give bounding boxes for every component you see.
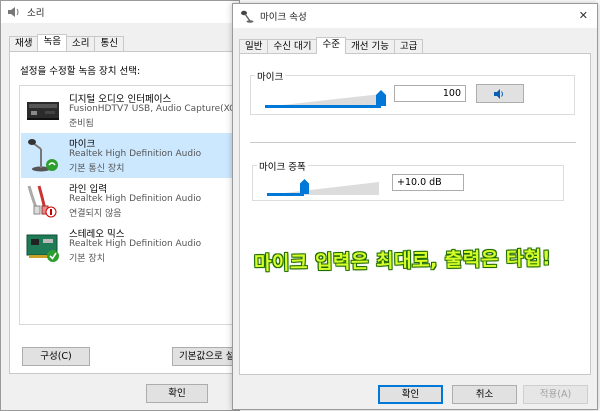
sound-ok-button[interactable]: 확인 [146, 384, 208, 403]
tab-enhancements[interactable]: 개선 기능 [344, 39, 395, 54]
device-item-stereo-mix[interactable]: 스테레오 믹스 Realtek High Definition Audio 기본… [21, 223, 244, 268]
cancel-button[interactable]: 취소 [452, 385, 517, 404]
tab-listen[interactable]: 수신 대기 [267, 39, 318, 54]
sound-tabs: 재생 녹음 소리 통신 [9, 34, 124, 51]
mic-boost-label: 마이크 증폭 [257, 159, 308, 173]
tab-playback[interactable]: 재생 [9, 36, 39, 51]
sound-window: 소리 재생 녹음 소리 통신 설정을 수정할 녹음 장치 선택: 디지털 오디오… [0, 0, 244, 411]
device-desc: Realtek High Definition Audio [69, 239, 202, 249]
tab-levels[interactable]: 수준 [316, 37, 346, 54]
apply-button[interactable]: 적용(A) [523, 385, 588, 404]
device-status: 기본 통신 장치 [69, 164, 125, 174]
slider-thumb[interactable] [300, 179, 309, 194]
device-name: 라인 입력 [69, 184, 107, 195]
device-name: 디지털 오디오 인터페이스 [69, 94, 172, 105]
overlay-annotation: 마이크 입력은 최대로, 출력은 타협! [253, 247, 552, 275]
mic-level-label: 마이크 [255, 69, 286, 83]
speaker-volume-icon [494, 88, 503, 99]
levels-panel: 마이크 100 마이크 증폭 +10.0 dB [239, 53, 591, 375]
tab-advanced[interactable]: 고급 [393, 39, 424, 54]
microphone-icon [241, 10, 254, 23]
divider [250, 142, 576, 143]
microphone-icon [28, 139, 58, 172]
mute-button[interactable] [476, 84, 524, 103]
device-name: 스테레오 믹스 [69, 229, 125, 240]
device-item-microphone[interactable]: 마이크 Realtek High Definition Audio 기본 통신 … [21, 133, 244, 178]
device-item-line-in[interactable]: 라인 입력 Realtek High Definition Audio 연결되지… [21, 178, 244, 223]
window-title: 소리 [27, 8, 45, 19]
line-in-cable-icon [27, 185, 57, 218]
mic-titlebar[interactable]: 마이크 속성 ✕ [233, 4, 597, 28]
mic-boost-slider[interactable] [267, 176, 385, 196]
sound-titlebar[interactable]: 소리 [1, 1, 239, 23]
tab-communications[interactable]: 통신 [94, 36, 124, 51]
slider-fill [265, 105, 381, 108]
device-desc: FusionHDTV7 USB, Audio Capture(XC [69, 104, 236, 114]
close-icon[interactable]: ✕ [579, 9, 588, 22]
device-status: 준비됨 [69, 119, 94, 129]
mic-boost-value: +10.0 dB [392, 174, 464, 191]
mic-tabs: 일반 수신 대기 수준 개선 기능 고급 [239, 37, 424, 54]
sound-card-icon [26, 234, 59, 262]
speaker-icon [8, 7, 19, 17]
mic-boost-group: 마이크 증폭 +10.0 dB [252, 159, 564, 201]
device-item-digital-audio[interactable]: 디지털 오디오 인터페이스 FusionHDTV7 USB, Audio Cap… [21, 88, 244, 133]
mic-properties-window: 마이크 속성 ✕ 일반 수신 대기 수준 개선 기능 고급 마이크 100 마이… [232, 3, 598, 410]
slider-thumb[interactable] [376, 90, 386, 106]
capture-device-icon [27, 102, 59, 120]
device-desc: Realtek High Definition Audio [69, 149, 202, 159]
ok-button[interactable]: 확인 [378, 385, 443, 404]
tab-sounds[interactable]: 소리 [65, 36, 96, 51]
device-list: 디지털 오디오 인터페이스 FusionHDTV7 USB, Audio Cap… [19, 85, 244, 325]
configure-button[interactable]: 구성(C) [22, 347, 90, 366]
device-status: 기본 장치 [69, 254, 105, 264]
tab-general[interactable]: 일반 [239, 39, 269, 54]
sound-panel: 설정을 수정할 녹음 장치 선택: 디지털 오디오 인터페이스 FusionHD… [9, 51, 244, 374]
device-desc: Realtek High Definition Audio [69, 194, 202, 204]
device-status: 연결되지 않음 [69, 209, 122, 219]
mic-level-value[interactable]: 100 [394, 85, 466, 102]
mic-level-slider[interactable] [265, 86, 387, 108]
tab-recording[interactable]: 녹음 [37, 34, 67, 51]
window-title: 마이크 속성 [260, 12, 307, 23]
device-name: 마이크 [69, 139, 96, 150]
mic-level-group: 마이크 100 [250, 69, 575, 115]
instruction-text: 설정을 수정할 녹음 장치 선택: [20, 66, 141, 77]
slider-fill [267, 193, 304, 196]
